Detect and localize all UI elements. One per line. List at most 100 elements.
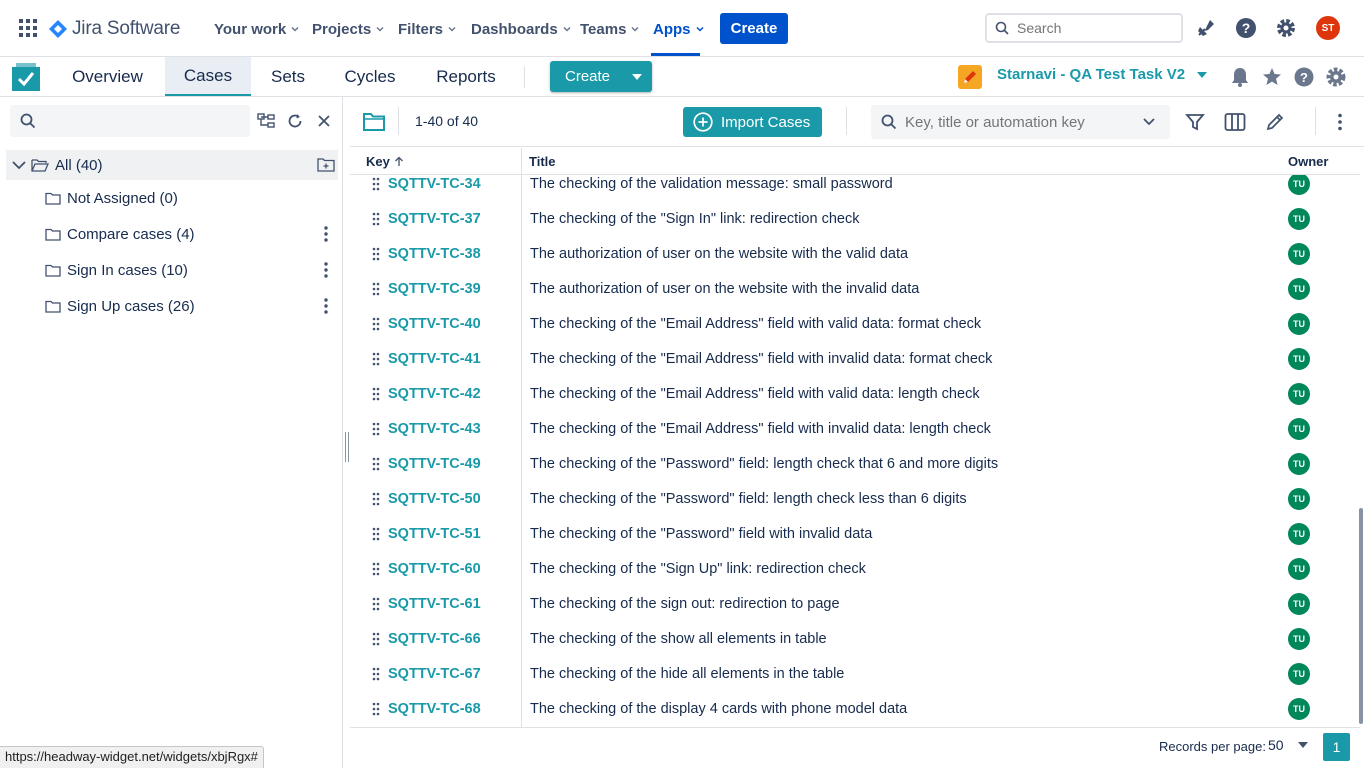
nav-dashboards[interactable]: Dashboards (471, 18, 572, 40)
folder-sign-in-cases[interactable]: Sign In cases (10) (0, 255, 343, 285)
drag-handle-icon[interactable] (372, 527, 380, 541)
notifications-icon[interactable] (1194, 16, 1218, 40)
case-key-link[interactable]: SQTTV-TC-49 (388, 456, 481, 472)
column-header-owner[interactable]: Owner (1288, 154, 1328, 169)
case-key-link[interactable]: SQTTV-TC-42 (388, 386, 481, 402)
owner-avatar[interactable]: TU (1288, 488, 1310, 510)
star-icon[interactable] (1260, 65, 1284, 89)
records-per-page-select[interactable]: 50 (1268, 737, 1308, 753)
case-key-link[interactable]: SQTTV-TC-60 (388, 561, 481, 577)
table-row[interactable]: SQTTV-TC-34 The checking of the validatio… (350, 175, 1360, 202)
table-row[interactable]: SQTTV-TC-42 The checking of the "Email Ad… (350, 377, 1360, 412)
page-button-current[interactable]: 1 (1323, 733, 1350, 761)
drag-handle-icon[interactable] (372, 317, 380, 331)
drag-handle-icon[interactable] (372, 667, 380, 681)
help-icon[interactable]: ? (1234, 16, 1258, 40)
owner-avatar[interactable]: TU (1288, 593, 1310, 615)
more-options-icon[interactable] (320, 261, 332, 279)
toggle-folders-icon[interactable] (362, 111, 386, 133)
case-key-link[interactable]: SQTTV-TC-41 (388, 351, 481, 367)
app-create-button[interactable]: Create (550, 61, 652, 92)
bell-icon[interactable] (1228, 65, 1252, 89)
nav-projects[interactable]: Projects (312, 18, 385, 40)
table-row[interactable]: SQTTV-TC-40 The checking of the "Email Ad… (350, 307, 1360, 342)
case-key-link[interactable]: SQTTV-TC-61 (388, 596, 481, 612)
drag-handle-icon[interactable] (372, 562, 380, 576)
jira-logo[interactable]: Jira Software (49, 18, 180, 40)
chevron-down-icon[interactable] (1143, 118, 1155, 126)
close-icon[interactable] (315, 112, 333, 130)
more-options-icon[interactable] (320, 225, 332, 243)
more-options-icon[interactable] (320, 297, 332, 315)
add-folder-icon[interactable] (317, 157, 335, 172)
create-button[interactable]: Create (720, 13, 788, 44)
edit-pencil-icon[interactable] (1263, 110, 1287, 134)
app-switcher-icon[interactable] (19, 19, 37, 37)
drag-handle-icon[interactable] (372, 457, 380, 471)
user-avatar[interactable]: ST (1316, 16, 1340, 40)
tab-cycles[interactable]: Cycles (333, 57, 407, 96)
drag-handle-icon[interactable] (372, 387, 380, 401)
table-row[interactable]: SQTTV-TC-60 The checking of the "Sign Up"… (350, 552, 1360, 587)
global-search[interactable] (985, 13, 1183, 43)
table-row[interactable]: SQTTV-TC-41 The checking of the "Email Ad… (350, 342, 1360, 377)
table-row[interactable]: SQTTV-TC-51 The checking of the "Password… (350, 517, 1360, 552)
chevron-down-icon[interactable] (12, 160, 26, 170)
drag-handle-icon[interactable] (372, 352, 380, 366)
table-row[interactable]: SQTTV-TC-50 The checking of the "Password… (350, 482, 1360, 517)
case-search-input[interactable] (905, 113, 1135, 131)
more-options-icon[interactable] (1328, 110, 1352, 134)
owner-avatar[interactable]: TU (1288, 243, 1310, 265)
table-row[interactable]: SQTTV-TC-49 The checking of the "Password… (350, 447, 1360, 482)
drag-handle-icon[interactable] (372, 212, 380, 226)
project-selector[interactable]: Starnavi - QA Test Task V2 (997, 66, 1208, 83)
table-row[interactable]: SQTTV-TC-38 The authorization of user on … (350, 237, 1360, 272)
filter-icon[interactable] (1183, 110, 1207, 134)
case-key-link[interactable]: SQTTV-TC-66 (388, 631, 481, 647)
drag-handle-icon[interactable] (372, 422, 380, 436)
table-row[interactable]: SQTTV-TC-39 The authorization of user on … (350, 272, 1360, 307)
case-key-link[interactable]: SQTTV-TC-38 (388, 246, 481, 262)
drag-handle-icon[interactable] (372, 702, 380, 716)
column-header-key[interactable]: Key (366, 154, 404, 169)
folder-search-input[interactable] (44, 113, 244, 129)
owner-avatar[interactable]: TU (1288, 663, 1310, 685)
owner-avatar[interactable]: TU (1288, 418, 1310, 440)
settings-gear-icon[interactable] (1274, 16, 1298, 40)
table-row[interactable]: SQTTV-TC-61 The checking of the sign out:… (350, 587, 1360, 622)
case-key-link[interactable]: SQTTV-TC-68 (388, 701, 481, 717)
drag-handle-icon[interactable] (372, 177, 380, 191)
nav-teams[interactable]: Teams (580, 18, 640, 40)
app-help-icon[interactable]: ? (1292, 65, 1316, 89)
drag-handle-icon[interactable] (372, 282, 380, 296)
nav-your-work[interactable]: Your work (214, 18, 300, 40)
panel-resize-handle[interactable] (345, 432, 349, 462)
column-header-title[interactable]: Title (529, 154, 556, 169)
drag-handle-icon[interactable] (372, 597, 380, 611)
owner-avatar[interactable]: TU (1288, 313, 1310, 335)
owner-avatar[interactable]: TU (1288, 558, 1310, 580)
owner-avatar[interactable]: TU (1288, 523, 1310, 545)
folder-all[interactable]: All (40) (6, 150, 338, 180)
owner-avatar[interactable]: TU (1288, 278, 1310, 300)
tab-overview[interactable]: Overview (52, 57, 163, 96)
app-logo-checkmark-icon[interactable] (12, 63, 40, 91)
owner-avatar[interactable]: TU (1288, 383, 1310, 405)
table-scrollbar[interactable] (1359, 508, 1363, 724)
nav-apps[interactable]: Apps (653, 18, 705, 40)
table-row[interactable]: SQTTV-TC-43 The checking of the "Email Ad… (350, 412, 1360, 447)
case-key-link[interactable]: SQTTV-TC-34 (388, 176, 481, 192)
nav-filters[interactable]: Filters (398, 18, 457, 40)
drag-handle-icon[interactable] (372, 247, 380, 261)
case-key-link[interactable]: SQTTV-TC-37 (388, 211, 481, 227)
owner-avatar[interactable]: TU (1288, 208, 1310, 230)
case-search[interactable] (871, 105, 1170, 139)
folder-not-assigned[interactable]: Not Assigned (0) (0, 183, 343, 213)
folder-search[interactable] (10, 105, 250, 137)
owner-avatar[interactable]: TU (1288, 698, 1310, 720)
tab-sets[interactable]: Sets (257, 57, 319, 96)
drag-handle-icon[interactable] (372, 492, 380, 506)
case-key-link[interactable]: SQTTV-TC-40 (388, 316, 481, 332)
table-row[interactable]: SQTTV-TC-68 The checking of the display 4… (350, 692, 1360, 727)
table-row[interactable]: SQTTV-TC-66 The checking of the show all … (350, 622, 1360, 657)
